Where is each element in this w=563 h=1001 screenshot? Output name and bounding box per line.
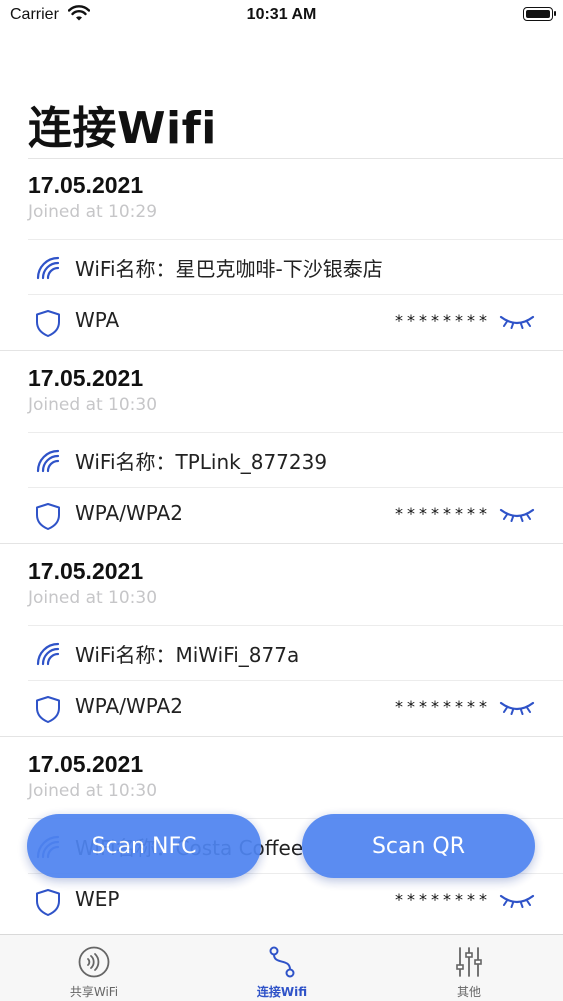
security-type: WPA/WPA2 [75, 501, 183, 525]
share-wifi-icon [78, 946, 110, 978]
eye-closed-icon[interactable] [499, 506, 535, 522]
page-title: 连接Wifi [28, 103, 217, 154]
tab-bar: 共享WiFi 连接Wifi 其他 [0, 934, 563, 1001]
wifi-name: WiFi名称：MiWiFi_877a [75, 643, 300, 667]
status-bar: Carrier 10:31 AM [0, 0, 563, 32]
wifi-arcs-icon [36, 642, 60, 666]
wifi-entry: 17.05.2021 Joined at 10:29 WiFi名称：星巴克咖啡-… [0, 158, 563, 351]
entry-joined-time: Joined at 10:29 [28, 202, 158, 222]
status-time: 10:31 AM [246, 6, 317, 23]
wifi-name-row: WiFi名称：TPLink_877239 [28, 432, 563, 487]
tab-share-wifi[interactable]: 共享WiFi [24, 935, 164, 1001]
security-type: WPA [75, 308, 120, 332]
tab-other[interactable]: 其他 [399, 935, 539, 1001]
sliders-icon [456, 947, 482, 977]
eye-closed-icon[interactable] [499, 313, 535, 329]
wifi-name: WiFi名称：TPLink_877239 [75, 450, 328, 474]
wifi-arcs-icon [36, 449, 60, 473]
tab-label: 共享WiFi [69, 985, 119, 999]
security-row: WEP ******** [28, 873, 563, 928]
wifi-name-row: WiFi名称：星巴克咖啡-下沙银泰店 [28, 239, 563, 294]
security-row: WPA/WPA2 ******** [28, 487, 563, 542]
eye-closed-icon[interactable] [499, 699, 535, 715]
shield-icon [36, 310, 60, 337]
wifi-entry: 17.05.2021 Joined at 10:30 WiFi名称：TPLink… [0, 351, 563, 544]
battery-icon [523, 7, 556, 21]
entry-joined-time: Joined at 10:30 [28, 781, 158, 801]
shield-icon [36, 696, 60, 723]
password-mask: ******** [395, 311, 491, 330]
entry-joined-time: Joined at 10:30 [28, 588, 158, 608]
eye-closed-icon[interactable] [499, 892, 535, 908]
shield-icon [36, 889, 60, 916]
wifi-name-row: WiFi名称：MiWiFi_877a [28, 625, 563, 680]
wifi-arcs-icon [36, 256, 60, 280]
tab-label: 其他 [456, 985, 481, 999]
entry-joined-time: Joined at 10:30 [28, 395, 158, 415]
connect-route-icon [269, 946, 295, 978]
tab-label: 连接Wifi [256, 985, 308, 999]
entry-date: 17.05.2021 [28, 558, 144, 584]
password-mask: ******** [395, 890, 491, 909]
shield-icon [36, 503, 60, 530]
security-row: WPA ******** [28, 294, 563, 349]
entry-date: 17.05.2021 [28, 751, 144, 777]
password-mask: ******** [395, 697, 491, 716]
entry-date: 17.05.2021 [28, 365, 144, 391]
tab-connect-wifi[interactable]: 连接Wifi [212, 935, 352, 1001]
security-type: WPA/WPA2 [75, 694, 183, 718]
wifi-entry: 17.05.2021 Joined at 10:30 WiFi名称：MiWiFi… [0, 544, 563, 737]
security-row: WPA/WPA2 ******** [28, 680, 563, 735]
scan-nfc-button[interactable]: Scan NFC [27, 814, 261, 878]
wifi-name: WiFi名称：星巴克咖啡-下沙银泰店 [75, 257, 383, 281]
scan-qr-button[interactable]: Scan QR [302, 814, 535, 878]
password-mask: ******** [395, 504, 491, 523]
entry-date: 17.05.2021 [28, 172, 144, 198]
security-type: WEP [75, 887, 120, 911]
